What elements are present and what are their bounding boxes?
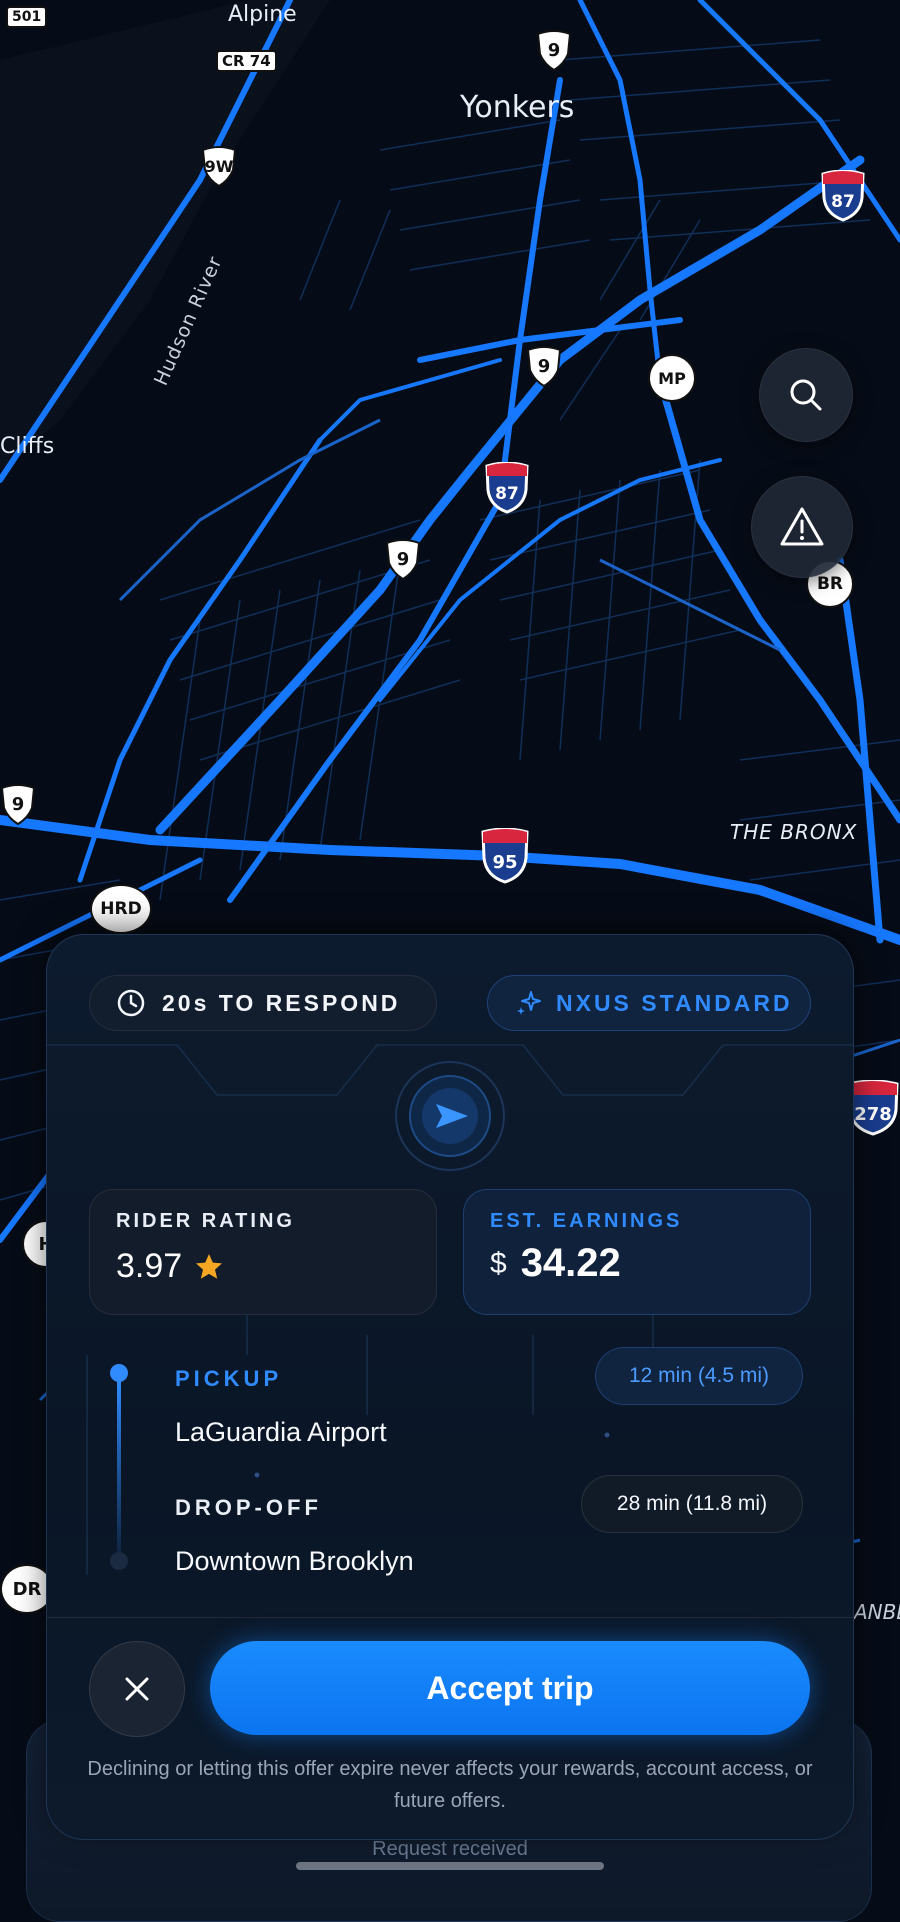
rider-rating-value: 3.97 <box>116 1247 183 1285</box>
svg-text:278: 278 <box>854 1104 892 1125</box>
estimated-earnings-label: EST. EARNINGS <box>490 1210 683 1232</box>
rider-rating-row: 3.97 <box>116 1247 410 1286</box>
route-marker-mp-label: MP <box>658 368 686 388</box>
close-icon <box>125 1677 149 1701</box>
rider-rating-card: RIDER RATING 3.97 <box>89 1189 437 1315</box>
estimated-earnings-card: EST. EARNINGS $ 34.22 <box>463 1189 811 1315</box>
interstate-shield-95: 95 <box>481 828 529 884</box>
dropoff-label: DROP-OFF <box>175 1495 322 1520</box>
pickup-eta-pill: 12 min (4.5 mi) <box>595 1347 803 1405</box>
interstate-shield-278: 278 <box>847 1080 899 1136</box>
currency-symbol: $ <box>490 1246 507 1280</box>
decline-button[interactable] <box>89 1641 185 1737</box>
response-timer-text: 20s TO RESPOND <box>162 989 401 1016</box>
svg-text:9W: 9W <box>205 157 234 176</box>
route-marker-hrd-label: HRD <box>100 899 142 919</box>
route-marker-br-label: BR <box>816 574 844 594</box>
response-timer-pill: 20s TO RESPOND <box>89 975 437 1031</box>
map-label-cliffs: Cliffs <box>0 434 55 459</box>
svg-text:9: 9 <box>12 794 25 815</box>
svg-text:87: 87 <box>495 484 519 504</box>
accept-trip-button[interactable]: Accept trip <box>210 1641 810 1735</box>
map-label-yonkers: Yonkers <box>460 90 575 125</box>
navigation-emblem-icon <box>395 1061 505 1171</box>
svg-text:87: 87 <box>831 192 855 212</box>
svg-text:9: 9 <box>548 40 561 61</box>
route-marker-dr-label: DR <box>12 1578 42 1600</box>
decline-disclaimer: Declining or letting this offer expire n… <box>87 1758 813 1812</box>
service-tier-pill: NXUS STANDARD <box>487 975 811 1031</box>
route-marker-mp: MP <box>648 354 696 402</box>
svg-text:95: 95 <box>492 852 517 873</box>
trip-offer-card: 20s TO RESPOND NXUS STANDARD RIDER RATIN… <box>46 934 854 1840</box>
sparkle-icon <box>517 991 541 1015</box>
service-tier-text: NXUS STANDARD <box>556 989 793 1016</box>
interstate-shield-87-top: 87 <box>821 170 865 222</box>
map-alert-button[interactable] <box>751 476 853 578</box>
dropoff-location: Downtown Brooklyn <box>175 1546 414 1576</box>
map-label-the-bronx: THE BRONX <box>730 820 858 844</box>
dropoff-eta-pill: 28 min (11.8 mi) <box>581 1475 803 1533</box>
svg-text:9: 9 <box>538 356 551 377</box>
pickup-location: LaGuardia Airport <box>175 1417 387 1447</box>
card-divider <box>47 1617 853 1618</box>
clock-icon <box>117 989 145 1017</box>
pickup-label: PICKUP <box>175 1366 283 1391</box>
star-icon <box>196 1253 223 1279</box>
estimated-earnings-row: $ 34.22 <box>490 1241 784 1286</box>
route-shield-9-left: 9 <box>0 784 36 826</box>
interstate-shield-87-mid: 87 <box>485 462 529 514</box>
alert-triangle-icon <box>780 507 824 546</box>
map-search-button[interactable] <box>759 348 853 442</box>
route-shield-501: 501 <box>6 6 48 28</box>
estimated-earnings-value: 34.22 <box>520 1241 621 1285</box>
route-marker-hrd: HRD <box>90 884 152 934</box>
route-shield-9w: 9W <box>201 146 237 188</box>
rider-rating-label: RIDER RATING <box>116 1210 295 1232</box>
svg-text:9: 9 <box>397 549 410 570</box>
search-icon <box>790 379 822 411</box>
route-shield-9-mid: 9 <box>526 346 562 388</box>
route-timeline <box>110 1364 128 1570</box>
request-status-text: Request received <box>372 1838 528 1860</box>
home-indicator[interactable] <box>296 1862 604 1870</box>
map-label-alpine: Alpine <box>228 2 297 27</box>
route-shield-9-low: 9 <box>385 539 421 581</box>
map-label-anbe: ANBE <box>854 1600 900 1624</box>
route-shield-cr74: CR 74 <box>216 50 277 72</box>
route-shield-9-top: 9 <box>536 30 572 72</box>
